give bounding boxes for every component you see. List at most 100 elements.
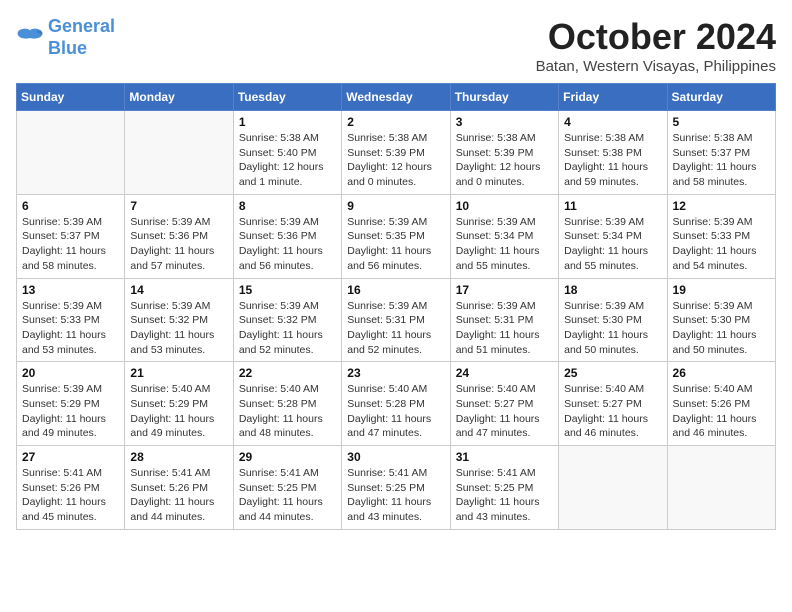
day-number: 7 <box>130 199 227 213</box>
calendar-cell: 31 Sunrise: 5:41 AM Sunset: 5:25 PM Dayli… <box>450 446 558 530</box>
day-info: Sunrise: 5:41 AM Sunset: 5:26 PM Dayligh… <box>22 466 119 525</box>
calendar-week-4: 20 Sunrise: 5:39 AM Sunset: 5:29 PM Dayli… <box>17 362 776 446</box>
day-number: 8 <box>239 199 336 213</box>
logo-text: General Blue <box>48 16 115 59</box>
day-number: 9 <box>347 199 444 213</box>
day-info: Sunrise: 5:40 AM Sunset: 5:28 PM Dayligh… <box>347 382 444 441</box>
month-title: October 2024 <box>536 16 776 58</box>
calendar-cell: 20 Sunrise: 5:39 AM Sunset: 5:29 PM Dayli… <box>17 362 125 446</box>
calendar-cell <box>17 111 125 195</box>
title-block: October 2024 Batan, Western Visayas, Phi… <box>536 16 776 75</box>
day-number: 3 <box>456 115 553 129</box>
day-number: 26 <box>673 366 770 380</box>
day-number: 12 <box>673 199 770 213</box>
calendar-cell: 27 Sunrise: 5:41 AM Sunset: 5:26 PM Dayli… <box>17 446 125 530</box>
calendar-cell: 18 Sunrise: 5:39 AM Sunset: 5:30 PM Dayli… <box>559 278 667 362</box>
day-info: Sunrise: 5:39 AM Sunset: 5:34 PM Dayligh… <box>564 215 661 274</box>
day-info: Sunrise: 5:40 AM Sunset: 5:29 PM Dayligh… <box>130 382 227 441</box>
day-info: Sunrise: 5:39 AM Sunset: 5:32 PM Dayligh… <box>239 299 336 358</box>
calendar-cell: 28 Sunrise: 5:41 AM Sunset: 5:26 PM Dayli… <box>125 446 233 530</box>
day-info: Sunrise: 5:38 AM Sunset: 5:40 PM Dayligh… <box>239 131 336 190</box>
day-number: 23 <box>347 366 444 380</box>
calendar-week-1: 1 Sunrise: 5:38 AM Sunset: 5:40 PM Daylig… <box>17 111 776 195</box>
logo: General Blue <box>16 16 115 59</box>
day-info: Sunrise: 5:38 AM Sunset: 5:39 PM Dayligh… <box>347 131 444 190</box>
day-info: Sunrise: 5:39 AM Sunset: 5:33 PM Dayligh… <box>22 299 119 358</box>
day-info: Sunrise: 5:38 AM Sunset: 5:37 PM Dayligh… <box>673 131 770 190</box>
calendar-table: SundayMondayTuesdayWednesdayThursdayFrid… <box>16 83 776 530</box>
day-info: Sunrise: 5:41 AM Sunset: 5:25 PM Dayligh… <box>456 466 553 525</box>
calendar-cell: 10 Sunrise: 5:39 AM Sunset: 5:34 PM Dayli… <box>450 194 558 278</box>
day-info: Sunrise: 5:39 AM Sunset: 5:31 PM Dayligh… <box>347 299 444 358</box>
calendar-cell: 9Sunrise: 5:39 AM Sunset: 5:35 PM Daylig… <box>342 194 450 278</box>
calendar-cell: 23 Sunrise: 5:40 AM Sunset: 5:28 PM Dayli… <box>342 362 450 446</box>
day-number: 24 <box>456 366 553 380</box>
day-number: 17 <box>456 283 553 297</box>
header-wednesday: Wednesday <box>342 84 450 111</box>
day-number: 28 <box>130 450 227 464</box>
calendar-cell: 3 Sunrise: 5:38 AM Sunset: 5:39 PM Daylig… <box>450 111 558 195</box>
day-info: Sunrise: 5:39 AM Sunset: 5:29 PM Dayligh… <box>22 382 119 441</box>
calendar-cell: 24Sunrise: 5:40 AM Sunset: 5:27 PM Dayli… <box>450 362 558 446</box>
calendar-week-3: 13Sunrise: 5:39 AM Sunset: 5:33 PM Dayli… <box>17 278 776 362</box>
day-number: 16 <box>347 283 444 297</box>
day-number: 27 <box>22 450 119 464</box>
day-number: 29 <box>239 450 336 464</box>
day-info: Sunrise: 5:40 AM Sunset: 5:28 PM Dayligh… <box>239 382 336 441</box>
day-info: Sunrise: 5:39 AM Sunset: 5:31 PM Dayligh… <box>456 299 553 358</box>
calendar-cell: 15 Sunrise: 5:39 AM Sunset: 5:32 PM Dayli… <box>233 278 341 362</box>
calendar-cell: 22Sunrise: 5:40 AM Sunset: 5:28 PM Dayli… <box>233 362 341 446</box>
calendar-cell: 21 Sunrise: 5:40 AM Sunset: 5:29 PM Dayli… <box>125 362 233 446</box>
header-tuesday: Tuesday <box>233 84 341 111</box>
calendar-header-row: SundayMondayTuesdayWednesdayThursdayFrid… <box>17 84 776 111</box>
day-info: Sunrise: 5:39 AM Sunset: 5:36 PM Dayligh… <box>239 215 336 274</box>
day-info: Sunrise: 5:41 AM Sunset: 5:26 PM Dayligh… <box>130 466 227 525</box>
calendar-week-5: 27 Sunrise: 5:41 AM Sunset: 5:26 PM Dayli… <box>17 446 776 530</box>
day-info: Sunrise: 5:39 AM Sunset: 5:33 PM Dayligh… <box>673 215 770 274</box>
day-info: Sunrise: 5:41 AM Sunset: 5:25 PM Dayligh… <box>239 466 336 525</box>
day-number: 4 <box>564 115 661 129</box>
calendar-cell: 26 Sunrise: 5:40 AM Sunset: 5:26 PM Dayli… <box>667 362 775 446</box>
day-number: 21 <box>130 366 227 380</box>
day-number: 1 <box>239 115 336 129</box>
day-number: 18 <box>564 283 661 297</box>
calendar-cell: 5 Sunrise: 5:38 AM Sunset: 5:37 PM Daylig… <box>667 111 775 195</box>
calendar-week-2: 6Sunrise: 5:39 AM Sunset: 5:37 PM Daylig… <box>17 194 776 278</box>
day-number: 15 <box>239 283 336 297</box>
logo-icon <box>16 27 44 49</box>
header-saturday: Saturday <box>667 84 775 111</box>
day-number: 10 <box>456 199 553 213</box>
day-info: Sunrise: 5:39 AM Sunset: 5:34 PM Dayligh… <box>456 215 553 274</box>
calendar-cell: 30Sunrise: 5:41 AM Sunset: 5:25 PM Dayli… <box>342 446 450 530</box>
day-info: Sunrise: 5:39 AM Sunset: 5:30 PM Dayligh… <box>564 299 661 358</box>
day-info: Sunrise: 5:40 AM Sunset: 5:27 PM Dayligh… <box>564 382 661 441</box>
calendar-cell: 6Sunrise: 5:39 AM Sunset: 5:37 PM Daylig… <box>17 194 125 278</box>
calendar-cell: 29 Sunrise: 5:41 AM Sunset: 5:25 PM Dayli… <box>233 446 341 530</box>
calendar-cell: 13Sunrise: 5:39 AM Sunset: 5:33 PM Dayli… <box>17 278 125 362</box>
day-info: Sunrise: 5:39 AM Sunset: 5:36 PM Dayligh… <box>130 215 227 274</box>
calendar-cell: 16 Sunrise: 5:39 AM Sunset: 5:31 PM Dayli… <box>342 278 450 362</box>
header-friday: Friday <box>559 84 667 111</box>
header-sunday: Sunday <box>17 84 125 111</box>
calendar-cell: 4 Sunrise: 5:38 AM Sunset: 5:38 PM Daylig… <box>559 111 667 195</box>
location-title: Batan, Western Visayas, Philippines <box>536 58 776 75</box>
header-thursday: Thursday <box>450 84 558 111</box>
calendar-cell: 11Sunrise: 5:39 AM Sunset: 5:34 PM Dayli… <box>559 194 667 278</box>
calendar-cell: 19 Sunrise: 5:39 AM Sunset: 5:30 PM Dayli… <box>667 278 775 362</box>
day-info: Sunrise: 5:39 AM Sunset: 5:30 PM Dayligh… <box>673 299 770 358</box>
day-info: Sunrise: 5:38 AM Sunset: 5:39 PM Dayligh… <box>456 131 553 190</box>
calendar-cell <box>667 446 775 530</box>
calendar-cell: 14Sunrise: 5:39 AM Sunset: 5:32 PM Dayli… <box>125 278 233 362</box>
day-info: Sunrise: 5:38 AM Sunset: 5:38 PM Dayligh… <box>564 131 661 190</box>
day-number: 5 <box>673 115 770 129</box>
calendar-cell: 17 Sunrise: 5:39 AM Sunset: 5:31 PM Dayli… <box>450 278 558 362</box>
day-number: 14 <box>130 283 227 297</box>
calendar-cell: 2Sunrise: 5:38 AM Sunset: 5:39 PM Daylig… <box>342 111 450 195</box>
day-number: 6 <box>22 199 119 213</box>
day-number: 19 <box>673 283 770 297</box>
day-number: 20 <box>22 366 119 380</box>
day-info: Sunrise: 5:40 AM Sunset: 5:26 PM Dayligh… <box>673 382 770 441</box>
calendar-cell: 12 Sunrise: 5:39 AM Sunset: 5:33 PM Dayli… <box>667 194 775 278</box>
day-number: 31 <box>456 450 553 464</box>
day-info: Sunrise: 5:41 AM Sunset: 5:25 PM Dayligh… <box>347 466 444 525</box>
